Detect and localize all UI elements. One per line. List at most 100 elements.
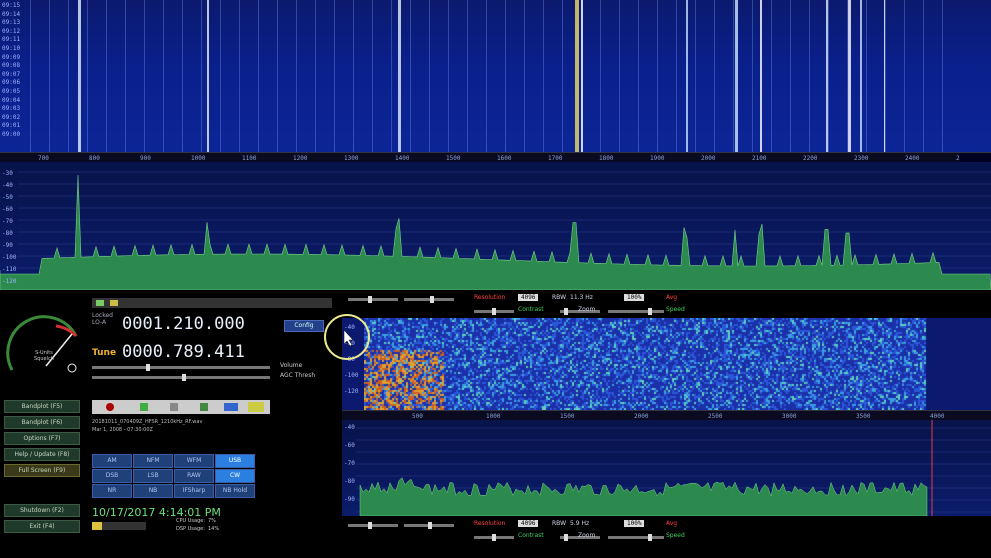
- waterfall-time-label: 09:06: [2, 79, 21, 87]
- mode-button[interactable]: AM: [92, 454, 132, 468]
- zoom-waterfall-label: -120: [344, 388, 359, 395]
- record-button[interactable]: [106, 403, 114, 411]
- dsp-label: DSP Usage:: [176, 526, 205, 532]
- cursor-highlight: [324, 314, 370, 360]
- mode-button[interactable]: NFM: [133, 454, 173, 468]
- stop-button[interactable]: [200, 403, 208, 411]
- side-button[interactable]: Full Screen (F9): [4, 464, 80, 477]
- file-date-text: Mar 1, 2008 - 07:30:00Z: [92, 427, 153, 433]
- side-button[interactable]: Help / Update (F8): [4, 448, 80, 461]
- waterfall-trace: [144, 0, 145, 152]
- waterfall-trace: [752, 0, 753, 152]
- zoom-spectrum[interactable]: -40 -60 -70 -80 -90: [342, 420, 991, 516]
- mode-button[interactable]: LSB: [133, 469, 173, 483]
- volume-slider[interactable]: [92, 364, 270, 371]
- zoom-ruler-tick: 1000: [486, 413, 501, 420]
- mode-button[interactable]: NB: [133, 484, 173, 498]
- mode-button[interactable]: RAW: [174, 469, 214, 483]
- zoom-waterfall[interactable]: -40-60-80-100-120: [342, 318, 991, 410]
- bottom-resolution-select[interactable]: 4096: [518, 520, 539, 527]
- side-button[interactable]: Bandplot (F5): [4, 400, 80, 413]
- waterfall-signal-line: [760, 0, 762, 152]
- mode-button[interactable]: USB: [215, 454, 255, 468]
- waterfall-trace: [676, 0, 677, 152]
- ruler-tick-label: 1200: [293, 155, 308, 162]
- waterfall-time-label: 09:08: [2, 62, 21, 70]
- avg-label[interactable]: Avg: [666, 294, 677, 301]
- ruler-tick-label: 1000: [191, 155, 206, 162]
- waterfall-time-label: 09:10: [2, 45, 21, 52]
- zoom-label: Zoom: [578, 306, 596, 313]
- zoom-slider-2[interactable]: [404, 296, 454, 303]
- main-spectrum[interactable]: -30 -40 -50 -60 -70 -80 -90 -100 -110 -120: [0, 162, 991, 290]
- spectrum-trace: [0, 171, 991, 290]
- signal-meter: [6, 315, 78, 373]
- pause-button[interactable]: [170, 403, 178, 411]
- dsp-value: 14%: [208, 526, 220, 532]
- mode-button[interactable]: NR: [92, 484, 132, 498]
- spectrum-db-label: -70: [2, 218, 13, 225]
- waterfall-trace: [410, 0, 411, 152]
- mode-button[interactable]: DSB: [92, 469, 132, 483]
- spectrum-db-label: -60: [2, 206, 13, 213]
- speed-label: Speed: [666, 306, 685, 313]
- side-button[interactable]: Shutdown (F2): [4, 504, 80, 517]
- waterfall-trace: [49, 0, 50, 152]
- waterfall-trace: [467, 0, 468, 152]
- mode-button[interactable]: WFM: [174, 454, 214, 468]
- waterfall-trace: [429, 0, 430, 152]
- main-waterfall[interactable]: 09:15 09:14 09:13 09:12 09:11 09:10 09:09 09:08…: [0, 0, 991, 152]
- waterfall-trace: [201, 0, 202, 152]
- waterfall-trace: [448, 0, 449, 152]
- bottom-speed-slider[interactable]: [608, 534, 664, 541]
- spectrum-db-label: -40: [2, 182, 13, 189]
- cpu-bar: [92, 522, 146, 530]
- record-icon[interactable]: [110, 300, 118, 306]
- zoom-slider-1[interactable]: [348, 296, 398, 303]
- control-panel: S-Units Squelch Locked LO-A 0001.210.000…: [0, 292, 340, 558]
- bottom-slider-1[interactable]: [348, 522, 398, 529]
- zoom-ruler-tick: 2000: [634, 413, 649, 420]
- waterfall-time-label: 09:09: [2, 53, 21, 61]
- side-button[interactable]: Exit (F4): [4, 520, 80, 533]
- play-icon[interactable]: [96, 300, 104, 306]
- speed-slider[interactable]: [608, 308, 664, 315]
- extra-mode-button[interactable]: IFSharp: [174, 484, 214, 498]
- waterfall-trace: [486, 0, 487, 152]
- config-button[interactable]: Config: [284, 320, 324, 332]
- bottom-speed-select[interactable]: 100%: [624, 520, 645, 527]
- waterfall-trace: [600, 0, 601, 152]
- waterfall-time-label: 09:01: [2, 122, 21, 130]
- play-button[interactable]: [140, 403, 148, 411]
- contrast-slider[interactable]: [474, 308, 514, 315]
- resolution-select[interactable]: 4096: [518, 294, 539, 301]
- rewind-button[interactable]: [224, 403, 238, 411]
- waterfall-trace: [277, 0, 278, 152]
- zoom-spectrum-db-label: -60: [344, 442, 355, 449]
- bottom-avg-label[interactable]: Avg: [666, 520, 677, 527]
- toolbar-strip[interactable]: [92, 298, 332, 308]
- bottom-contrast-slider[interactable]: [474, 534, 514, 541]
- lo-frequency-display[interactable]: 0001.210.000: [122, 314, 245, 334]
- waterfall-signal-line: [848, 0, 851, 152]
- ruler-tick-label: 1500: [446, 155, 461, 162]
- extra-mode-button[interactable]: NB Hold: [215, 484, 255, 498]
- speed-select[interactable]: 100%: [624, 294, 645, 301]
- lo-label: Locked LO-A: [92, 312, 113, 326]
- bottom-slider-2[interactable]: [404, 522, 454, 529]
- zoom-spectrum-db-label: -90: [344, 496, 355, 503]
- ruler-tick-label: 1700: [548, 155, 563, 162]
- ruler-tick-label: 1600: [497, 155, 512, 162]
- side-button[interactable]: Bandplot (F6): [4, 416, 80, 429]
- agc-slider[interactable]: [92, 374, 270, 381]
- spectrum-db-label: -100: [2, 254, 17, 261]
- loop-button[interactable]: [248, 402, 264, 412]
- side-button[interactable]: Options (F7): [4, 432, 80, 445]
- spectrum-db-label: -30: [2, 170, 13, 177]
- bottom-rbw-label: RBW: [552, 520, 567, 527]
- waterfall-signal-line: [575, 0, 579, 152]
- tune-frequency-display[interactable]: 0000.789.411: [122, 342, 245, 362]
- mode-button[interactable]: CW: [215, 469, 255, 483]
- bottom-speed-label: Speed: [666, 532, 685, 539]
- waterfall-trace: [163, 0, 164, 152]
